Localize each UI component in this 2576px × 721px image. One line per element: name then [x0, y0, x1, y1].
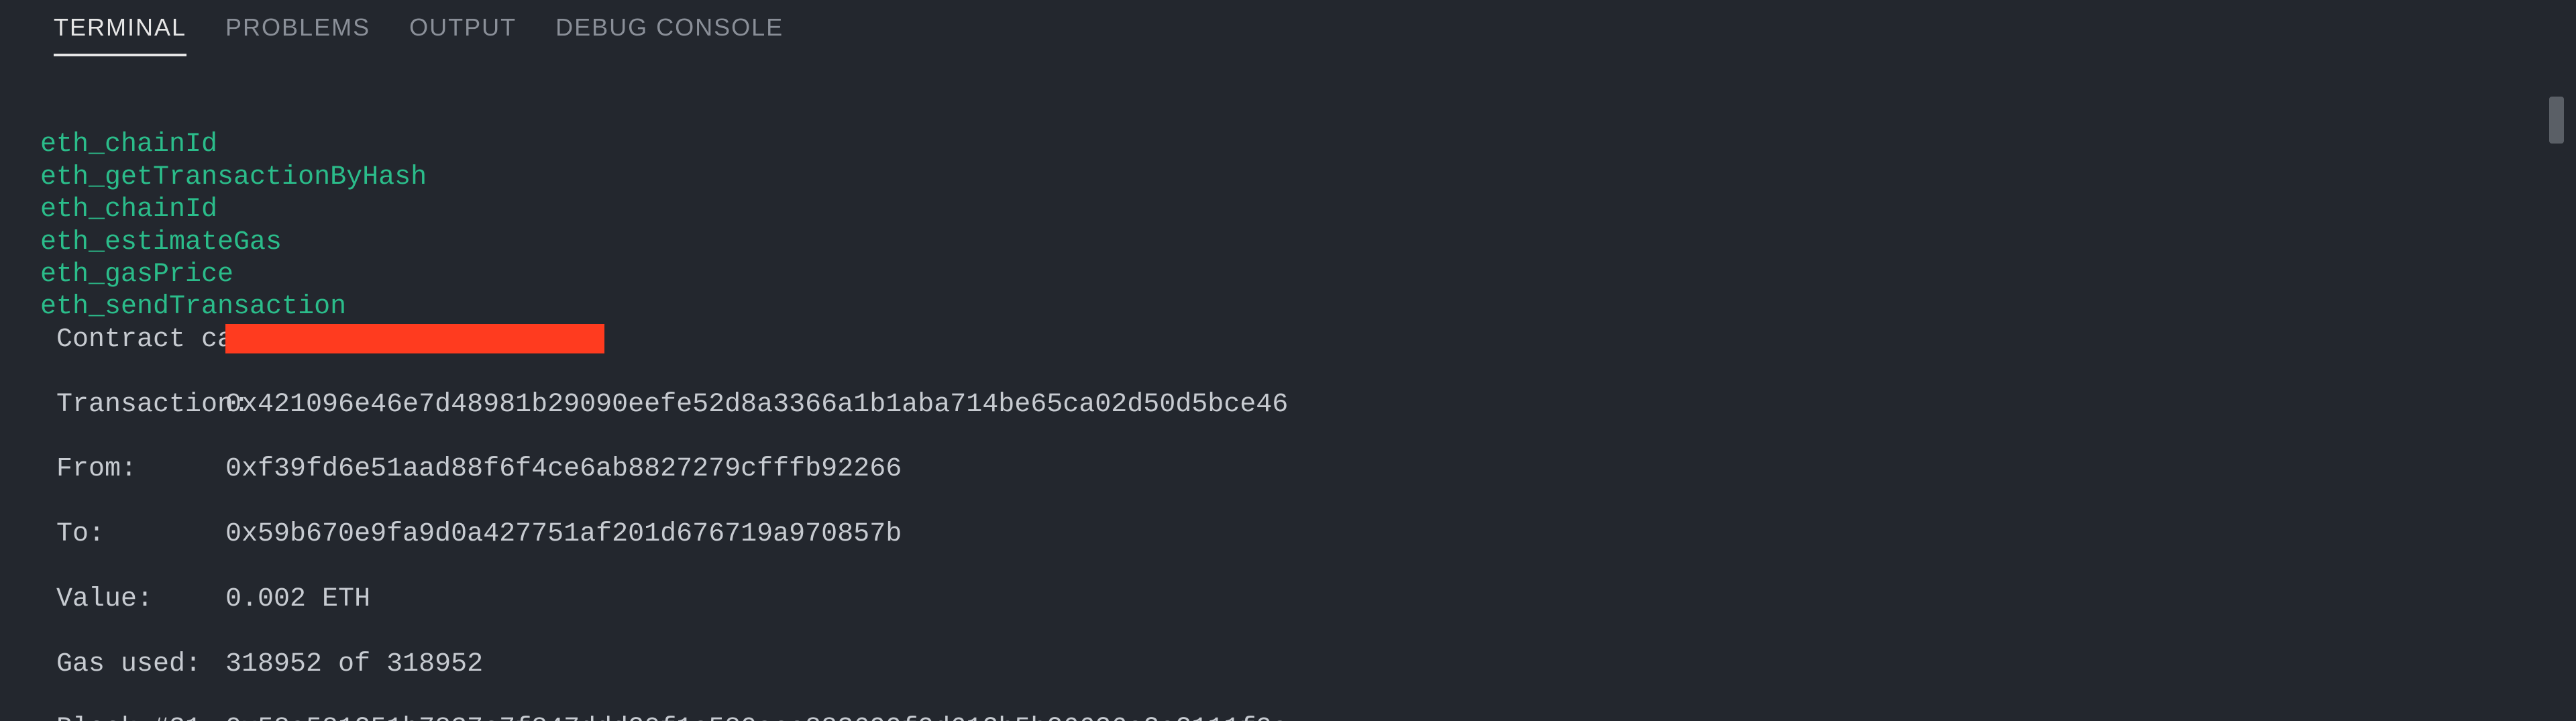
panel-tabs: TERMINAL PROBLEMS OUTPUT DEBUG CONSOLE — [0, 0, 2576, 56]
tx-value: 0xf39fd6e51aad88f6f4ce6ab8827279cfffb922… — [225, 453, 902, 486]
tx-key: Block #31: — [40, 713, 225, 721]
rpc-call-line: eth_sendTransaction — [40, 292, 346, 322]
tx-key: To: — [40, 518, 225, 551]
tx-value: 318952 of 318952 — [225, 649, 483, 681]
scrollbar-thumb[interactable] — [2549, 97, 2564, 144]
tx-value: 0x58a581251b7837c7f847ddd20f1c580ace8836… — [225, 713, 1288, 721]
tx-row-value: Value:0.002 ETH — [40, 584, 2576, 616]
tab-debug-console[interactable]: DEBUG CONSOLE — [555, 13, 784, 56]
rpc-call-line: eth_getTransactionByHash — [40, 162, 427, 192]
tx-row-contract-call: Contract call: — [40, 324, 2576, 356]
tx-key: Transaction: — [40, 389, 225, 421]
tx-value: 0.002 ETH — [225, 584, 370, 616]
rpc-call-line: eth_estimateGas — [40, 227, 282, 258]
tx-row-block: Block #31:0x58a581251b7837c7f847ddd20f1c… — [40, 713, 2576, 721]
rpc-call-line: eth_gasPrice — [40, 260, 233, 290]
tab-output[interactable]: OUTPUT — [409, 13, 517, 56]
tx-key: Value: — [40, 584, 225, 616]
tab-terminal[interactable]: TERMINAL — [54, 13, 186, 56]
tx-value: 0x59b670e9fa9d0a427751af201d676719a97085… — [225, 518, 902, 551]
tx-row-transaction: Transaction:0x421096e46e7d48981b29090eef… — [40, 389, 2576, 421]
rpc-call-line: eth_chainId — [40, 129, 217, 160]
tx-key: Gas used: — [40, 649, 225, 681]
tx-row-to: To:0x59b670e9fa9d0a427751af201d676719a97… — [40, 518, 2576, 551]
redacted-block — [225, 324, 604, 353]
bottom-panel: TERMINAL PROBLEMS OUTPUT DEBUG CONSOLE e… — [0, 0, 2576, 721]
tx-row-from: From:0xf39fd6e51aad88f6f4ce6ab8827279cff… — [40, 453, 2576, 486]
tx-row-gas-used: Gas used:318952 of 318952 — [40, 649, 2576, 681]
tx-key: From: — [40, 453, 225, 486]
terminal-output[interactable]: eth_chainId eth_getTransactionByHash eth… — [0, 56, 2576, 721]
tx-key: Contract call: — [40, 324, 225, 356]
rpc-call-line: eth_chainId — [40, 195, 217, 225]
tx-value: 0x421096e46e7d48981b29090eefe52d8a3366a1… — [225, 389, 1288, 421]
tab-problems[interactable]: PROBLEMS — [225, 13, 370, 56]
